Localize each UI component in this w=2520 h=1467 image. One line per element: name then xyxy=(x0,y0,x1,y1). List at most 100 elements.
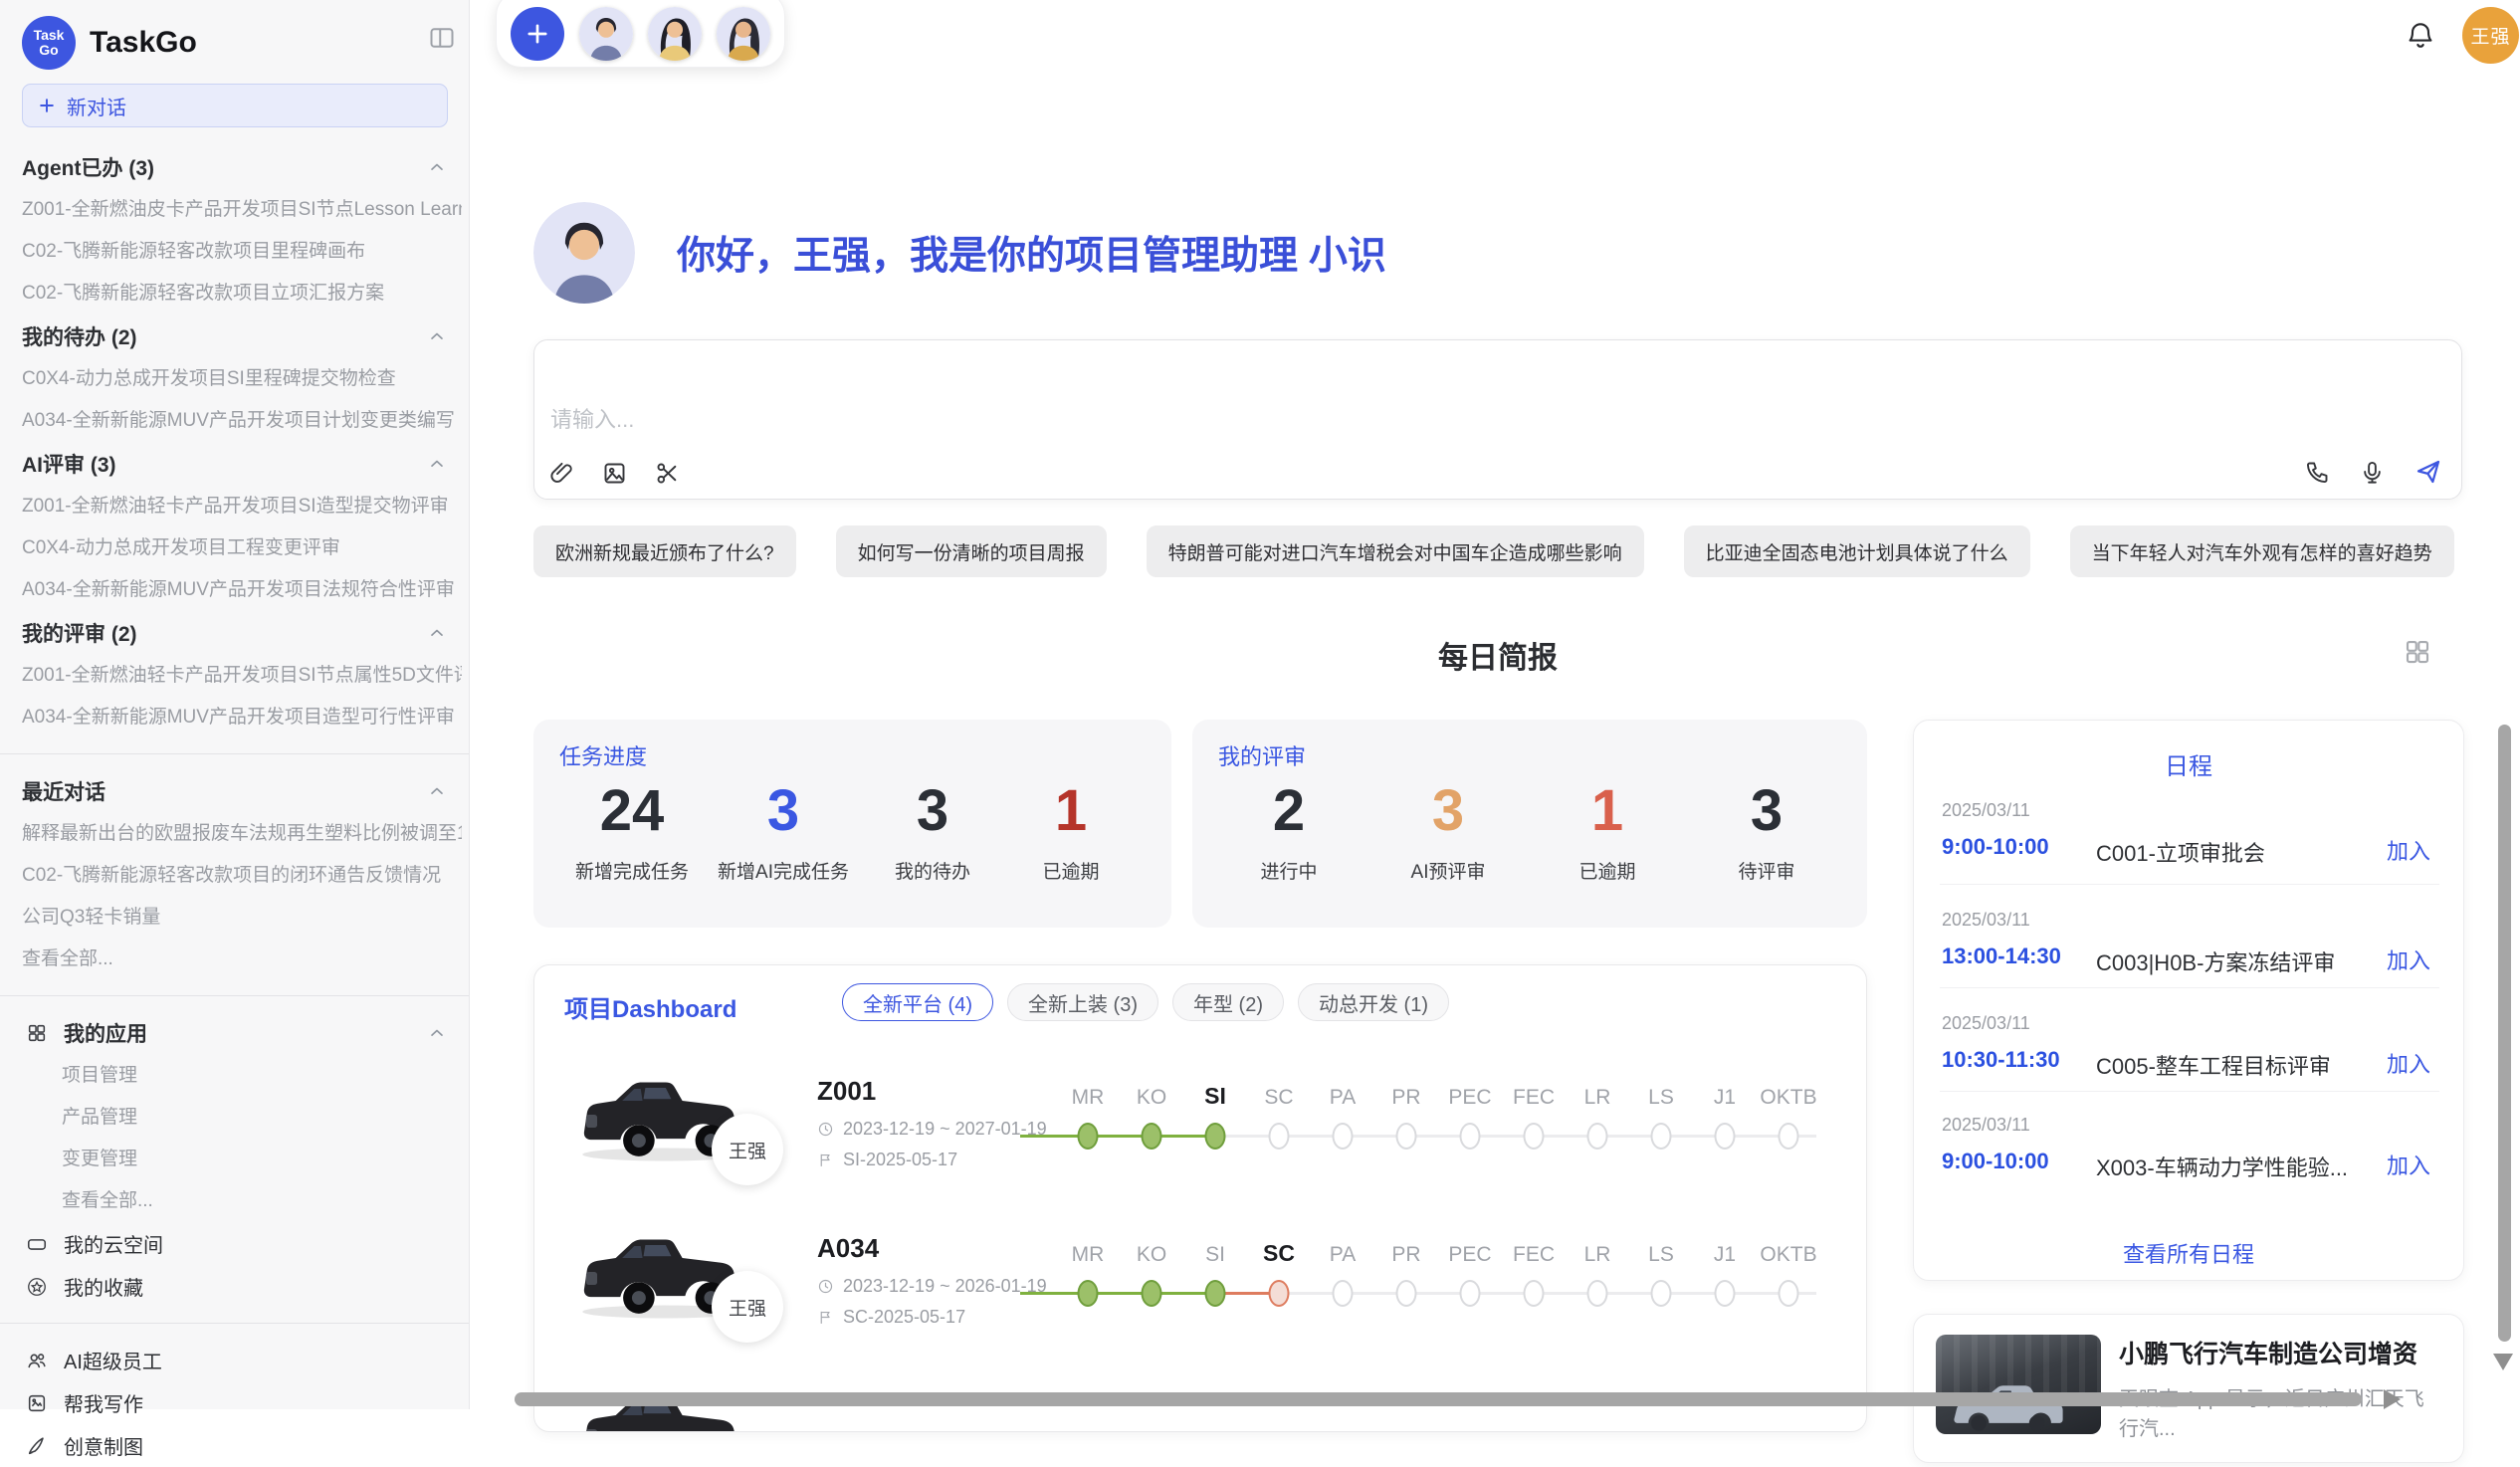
agent-avatar-3[interactable] xyxy=(717,7,770,61)
milestone-dot[interactable] xyxy=(1333,1280,1354,1307)
send-icon[interactable] xyxy=(2414,457,2443,487)
attach-icon[interactable] xyxy=(548,460,575,487)
user-avatar[interactable]: 王强 xyxy=(2462,7,2519,64)
milestone-dot[interactable] xyxy=(1524,1280,1545,1307)
milestone-dot[interactable] xyxy=(1460,1280,1481,1307)
event-join-link[interactable]: 加入 xyxy=(2387,834,2430,866)
suggestion-chip[interactable]: 当下年轻人对汽车外观有怎样的喜好趋势 xyxy=(2070,525,2454,577)
milestone-dot[interactable] xyxy=(1587,1123,1608,1150)
milestone-dot[interactable] xyxy=(1524,1123,1545,1150)
project-dates: 2023-12-19 ~ 2026-01-19 xyxy=(843,1276,1047,1297)
sidebar-task-item[interactable]: Z001-全新燃油轻卡产品开发项目SI造型提交物评审 xyxy=(22,486,462,527)
sidebar-task-item[interactable]: C02-飞腾新能源轻客改款项目里程碑画布 xyxy=(22,231,462,273)
suggestion-chip[interactable]: 如何写一份清晰的项目周报 xyxy=(836,525,1107,577)
milestone-dot[interactable] xyxy=(1651,1123,1672,1150)
milestone-label: OKTB xyxy=(1757,1243,1820,1267)
stat-item: 1已逾期 xyxy=(1553,773,1662,884)
sidebar-tool[interactable]: 帮我写作 xyxy=(26,1381,469,1424)
milestone-dot[interactable] xyxy=(1779,1123,1799,1150)
view-all-schedule-link[interactable]: 查看所有日程 xyxy=(1914,1237,2463,1269)
horizontal-scrollbar[interactable] xyxy=(515,1392,2362,1406)
suggestion-chip[interactable]: 比亚迪全固态电池计划具体说了什么 xyxy=(1684,525,2030,577)
milestone-dot[interactable] xyxy=(1142,1280,1162,1307)
dashboard-tab[interactable]: 全新上装 (3) xyxy=(1007,983,1158,1021)
agent-avatar-2[interactable] xyxy=(648,7,702,61)
sidebar-recent-item[interactable]: 公司Q3轻卡销量 xyxy=(22,897,462,939)
sidebar-shortcut[interactable]: 我的收藏 xyxy=(26,1265,469,1308)
sidebar-section-header[interactable]: Agent已办 (3) xyxy=(22,145,447,189)
milestone-dot[interactable] xyxy=(1779,1280,1799,1307)
event-join-link[interactable]: 加入 xyxy=(2387,943,2430,975)
event-join-link[interactable]: 加入 xyxy=(2387,1047,2430,1079)
sidebar-tool[interactable]: 创意制图 xyxy=(26,1424,469,1467)
milestone-dot[interactable] xyxy=(1396,1123,1417,1150)
mic-icon[interactable] xyxy=(2359,459,2386,486)
milestone-dot[interactable] xyxy=(1715,1123,1736,1150)
chat-input[interactable] xyxy=(550,402,1944,450)
milestone-dot[interactable] xyxy=(1205,1280,1226,1307)
new-chat-button[interactable]: 新对话 xyxy=(22,84,448,127)
sidebar-recent-item[interactable]: C02-飞腾新能源轻客改款项目的闭环通告反馈情况 xyxy=(22,855,462,897)
milestone-dot[interactable] xyxy=(1078,1123,1099,1150)
sidebar-app-item[interactable]: 变更管理 xyxy=(62,1139,469,1180)
sidebar-tool[interactable]: AI超级员工 xyxy=(26,1339,469,1381)
milestone-dot[interactable] xyxy=(1715,1280,1736,1307)
milestone-dot[interactable] xyxy=(1142,1123,1162,1150)
sidebar-section-header[interactable]: AI评审 (3) xyxy=(22,442,447,486)
chevron-up-icon[interactable] xyxy=(427,157,447,177)
chevron-up-icon[interactable] xyxy=(427,781,447,801)
sidebar-app-item[interactable]: 产品管理 xyxy=(62,1097,469,1139)
dashboard-tab[interactable]: 全新平台 (4) xyxy=(842,983,993,1021)
chevron-up-icon[interactable] xyxy=(427,454,447,474)
sidebar-app-item[interactable]: 项目管理 xyxy=(62,1055,469,1097)
milestone-label: OKTB xyxy=(1757,1086,1820,1110)
dashboard-tab[interactable]: 动总开发 (1) xyxy=(1298,983,1449,1021)
sidebar-task-item[interactable]: C0X4-动力总成开发项目工程变更评审 xyxy=(22,527,462,569)
agent-avatar-1[interactable] xyxy=(579,7,633,61)
scroll-down-arrow-icon[interactable] xyxy=(2493,1354,2513,1370)
milestone-dot[interactable] xyxy=(1396,1280,1417,1307)
chevron-up-icon[interactable] xyxy=(427,1023,447,1043)
notifications-bell-icon[interactable] xyxy=(2405,18,2436,52)
sidebar-task-item[interactable]: A034-全新新能源MUV产品开发项目造型可行性评审 xyxy=(22,697,462,738)
image-icon[interactable] xyxy=(601,460,628,487)
scroll-right-arrow-icon[interactable] xyxy=(2384,1389,2401,1409)
sidebar-shortcut[interactable]: 我的云空间 xyxy=(26,1222,469,1265)
suggestion-chip[interactable]: 欧洲新规最近颁布了什么? xyxy=(533,525,796,577)
sidebar-task-item[interactable]: A034-全新新能源MUV产品开发项目计划变更类编写 xyxy=(22,400,462,442)
news-card[interactable]: 小鹏飞行汽车制造公司增资 天眼查 App 显示，近日广州汇天飞行汽... xyxy=(1913,1314,2464,1463)
sidebar-view-all-link[interactable]: 查看全部... xyxy=(62,1180,469,1222)
vertical-scrollbar[interactable] xyxy=(2498,725,2511,1342)
dashboard-tab[interactable]: 年型 (2) xyxy=(1172,983,1284,1021)
sidebar-task-item[interactable]: A034-全新新能源MUV产品开发项目法规符合性评审 xyxy=(22,569,462,611)
phone-icon[interactable] xyxy=(2304,459,2331,486)
event-join-link[interactable]: 加入 xyxy=(2387,1149,2430,1180)
sidebar-recent-header[interactable]: 最近对话 xyxy=(22,769,447,813)
milestone-dot[interactable] xyxy=(1460,1123,1481,1150)
sidebar-item-my-apps[interactable]: 我的应用 xyxy=(26,1011,447,1055)
milestone-dot[interactable] xyxy=(1269,1280,1290,1307)
sidebar-task-item[interactable]: Z001-全新燃油轻卡产品开发项目SI节点属性5D文件评审 xyxy=(22,655,462,697)
chevron-up-icon[interactable] xyxy=(427,326,447,346)
sidebar-task-item[interactable]: C02-飞腾新能源轻客改款项目立项汇报方案 xyxy=(22,273,462,314)
milestone-dot[interactable] xyxy=(1269,1123,1290,1150)
milestone-dot[interactable] xyxy=(1651,1280,1672,1307)
scissors-icon[interactable] xyxy=(654,460,681,487)
sidebar-task-item[interactable]: C0X4-动力总成开发项目SI里程碑提交物检查 xyxy=(22,358,462,400)
sidebar-section-header[interactable]: 我的待办 (2) xyxy=(22,314,447,358)
sidebar-recent-item[interactable]: 解释最新出台的欧盟报废车法规再生塑料比例被调至15%... xyxy=(22,813,462,855)
milestone-dot[interactable] xyxy=(1078,1280,1099,1307)
milestone-dot[interactable] xyxy=(1587,1280,1608,1307)
stat-card: 任务进度24新增完成任务3新增AI完成任务3我的待办1已逾期 xyxy=(533,720,1171,928)
chevron-up-icon[interactable] xyxy=(427,623,447,643)
layout-grid-icon[interactable] xyxy=(2403,637,2432,667)
sidebar-view-all-link[interactable]: 查看全部... xyxy=(22,939,462,980)
sidebar-task-item[interactable]: Z001-全新燃油皮卡产品开发项目SI节点Lesson Learn报告 xyxy=(22,189,462,231)
milestone-dot[interactable] xyxy=(1333,1123,1354,1150)
sidebar-collapse-icon[interactable] xyxy=(427,24,457,52)
sidebar-section-header[interactable]: 我的评审 (2) xyxy=(22,611,447,655)
suggestion-chip[interactable]: 特朗普可能对进口汽车增税会对中国车企造成哪些影响 xyxy=(1147,525,1644,577)
milestone-dot[interactable] xyxy=(1205,1123,1226,1150)
add-agent-button[interactable] xyxy=(511,7,564,61)
milestone: LR xyxy=(1566,1062,1629,1181)
